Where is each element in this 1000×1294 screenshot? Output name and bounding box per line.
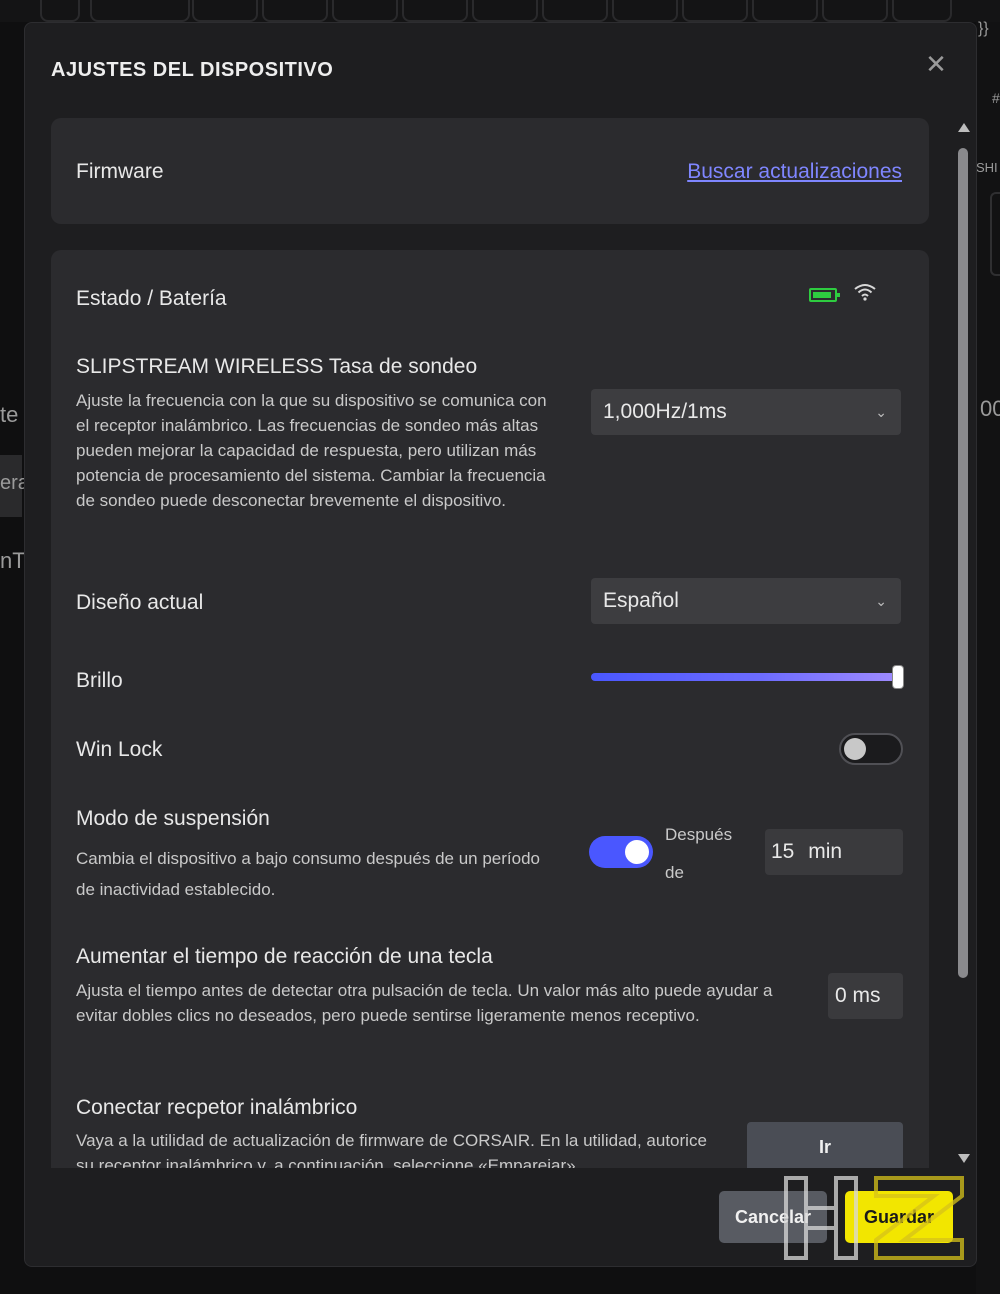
background-right-edge	[976, 22, 1000, 1294]
layout-label: Diseño actual	[76, 591, 204, 614]
polling-rate-title: SLIPSTREAM WIRELESS Tasa de sondeo	[76, 355, 478, 378]
polling-rate-select[interactable]: 1,000Hz/1ms ⌄	[591, 389, 901, 435]
status-battery-label: Estado / Batería	[76, 287, 227, 310]
go-button[interactable]: Ir	[747, 1122, 903, 1168]
firmware-label: Firmware	[76, 160, 164, 183]
background-keycap	[752, 0, 818, 22]
background-text: #	[992, 90, 1000, 106]
sleep-timeout-unit: min	[808, 840, 843, 863]
background-text: nT	[0, 548, 26, 573]
background-keycap	[892, 0, 952, 22]
brightness-label: Brillo	[76, 669, 123, 692]
background-keycap	[40, 0, 80, 22]
background-text: }}	[978, 20, 989, 37]
layout-select[interactable]: Español ⌄	[591, 578, 901, 624]
brightness-slider-track[interactable]	[591, 673, 901, 681]
background-keycap	[192, 0, 258, 22]
background-keycap	[612, 0, 678, 22]
background-keycap	[402, 0, 468, 22]
sleep-mode-toggle[interactable]	[589, 836, 653, 868]
background-keycap	[822, 0, 888, 22]
settings-scroll-area[interactable]: Firmware Buscar actualizaciones Estado /…	[51, 118, 931, 1168]
toggle-knob	[625, 840, 649, 864]
background-keycap	[332, 0, 398, 22]
debounce-title: Aumentar el tiempo de reacción de una te…	[76, 945, 493, 968]
layout-value: Español	[603, 589, 679, 612]
background-keycap	[542, 0, 608, 22]
sleep-timeout-value: 15	[771, 840, 795, 863]
sleep-timeout-input[interactable]: 15 min	[765, 829, 903, 875]
background-panel-edge	[990, 192, 1000, 276]
polling-rate-value: 1,000Hz/1ms	[603, 400, 727, 423]
debounce-description: Ajusta el tiempo antes de detectar otra …	[76, 981, 773, 1025]
receiver-title: Conectar recpetor inalámbrico	[76, 1096, 358, 1119]
firmware-card: Firmware Buscar actualizaciones	[51, 118, 929, 224]
watermark-logo	[784, 1176, 964, 1260]
background-text: te	[0, 402, 19, 427]
scroll-up-arrow-icon[interactable]	[958, 123, 970, 132]
toggle-knob	[844, 738, 866, 760]
device-settings-dialog: AJUSTES DEL DISPOSITIVO ✕ Firmware Busca…	[24, 22, 977, 1267]
check-updates-link[interactable]: Buscar actualizaciones	[687, 160, 902, 184]
background-text: SHI	[976, 160, 998, 175]
sleep-mode-description: Cambia el dispositivo a bajo consumo des…	[76, 849, 541, 899]
sleep-after-label: Después	[665, 825, 733, 844]
brightness-slider-thumb[interactable]	[893, 666, 903, 688]
scroll-down-arrow-icon[interactable]	[958, 1154, 970, 1163]
close-icon[interactable]: ✕	[923, 51, 949, 77]
scrollbar[interactable]	[955, 123, 971, 1163]
win-lock-toggle[interactable]	[839, 733, 903, 765]
dialog-title: AJUSTES DEL DISPOSITIVO	[51, 59, 334, 81]
sleep-mode-title: Modo de suspensión	[76, 807, 270, 830]
debounce-input[interactable]: 0 ms	[828, 973, 903, 1019]
polling-rate-description: Ajuste la frecuencia con la que su dispo…	[76, 391, 547, 510]
chevron-down-icon: ⌄	[875, 404, 887, 420]
scrollbar-thumb[interactable]	[958, 148, 968, 978]
background-keycap	[262, 0, 328, 22]
battery-icon	[809, 288, 840, 302]
background-keyboard-strip	[0, 0, 1000, 22]
background-text: 00	[980, 396, 1000, 421]
wifi-icon	[854, 284, 876, 301]
background-keycap	[682, 0, 748, 22]
chevron-down-icon: ⌄	[875, 593, 887, 609]
win-lock-label: Win Lock	[76, 738, 163, 761]
background-keycap	[90, 0, 190, 22]
sleep-after-label: de	[665, 863, 684, 882]
background-keycap	[472, 0, 538, 22]
settings-card: Estado / Batería SLIPSTREAM WIRELESS Tas…	[51, 250, 929, 1168]
receiver-description: Vaya a la utilidad de actualización de f…	[76, 1131, 707, 1168]
